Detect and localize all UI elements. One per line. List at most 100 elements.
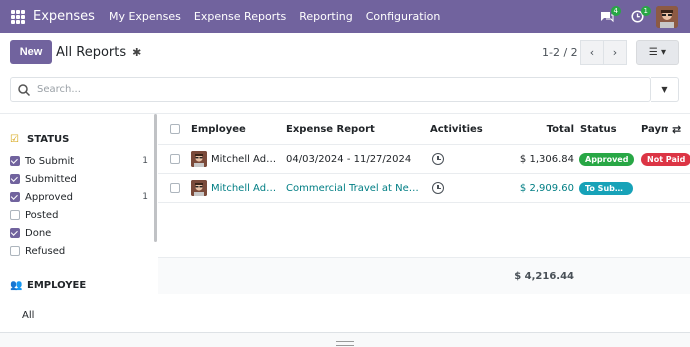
pager-previous-button[interactable]: ‹: [580, 40, 604, 65]
status-filter-to-submit[interactable]: To Submit 1: [10, 153, 150, 169]
messages-count-badge: 4: [610, 5, 621, 16]
clock-icon[interactable]: [432, 153, 444, 165]
checkbox[interactable]: [10, 210, 20, 220]
list-view-icon: ☰ ▾: [648, 47, 667, 58]
menu-my-expenses[interactable]: My Expenses: [109, 10, 181, 23]
filter-label: Refused: [25, 245, 66, 257]
view-switcher-button[interactable]: ☰ ▾: [636, 40, 679, 65]
messages-button[interactable]: 4: [596, 5, 621, 28]
systray: 4 1: [596, 0, 690, 33]
activities-count-badge: 1: [640, 5, 651, 16]
status-filter-approved[interactable]: Approved 1: [10, 189, 150, 205]
report-name: Commercial Travel at New York: [286, 182, 424, 194]
clock-icon[interactable]: [432, 182, 444, 194]
apps-grid-icon[interactable]: [11, 9, 25, 24]
menu-expense-reports[interactable]: Expense Reports: [194, 10, 286, 23]
chevron-right-icon: ›: [612, 46, 618, 59]
search-options-toggle[interactable]: ▼: [651, 77, 679, 102]
chevron-left-icon: ‹: [589, 46, 595, 59]
column-activities[interactable]: Activities: [430, 114, 483, 144]
employee-filter-all[interactable]: All: [22, 310, 34, 321]
pager-value[interactable]: 1-2 / 2: [542, 46, 578, 59]
table-row[interactable]: Mitchell Admin Commercial Travel at New …: [158, 174, 690, 203]
status-badge: To Submit: [579, 181, 633, 195]
status-filter-done[interactable]: Done: [10, 225, 150, 241]
search-input[interactable]: [37, 84, 637, 95]
filter-label: Done: [25, 227, 52, 239]
status-badge: Approved: [579, 152, 635, 166]
column-employee[interactable]: Employee: [191, 114, 246, 144]
totals-row: $ 4,216.44: [158, 258, 690, 294]
employee-cell: Mitchell Admin: [191, 145, 281, 173]
select-all-checkbox[interactable]: [170, 124, 180, 134]
row-select-cell: [170, 145, 180, 173]
caret-down-icon: ▼: [661, 85, 668, 94]
status-filter-submitted[interactable]: Submitted: [10, 171, 150, 187]
search-panel: ☑ STATUS To Submit 1 Submitted Approved …: [0, 114, 157, 332]
users-icon: 👥: [10, 280, 23, 291]
column-payment[interactable]: Payment: [641, 114, 668, 144]
filter-count: 1: [142, 192, 148, 202]
user-avatar[interactable]: [656, 5, 678, 28]
column-total[interactable]: Total: [538, 114, 574, 144]
filter-label: Posted: [25, 209, 59, 221]
filter-label: To Submit: [25, 155, 75, 167]
sidebar-scrollbar[interactable]: [154, 114, 157, 242]
app-name[interactable]: Expenses: [33, 9, 95, 24]
row-checkbox[interactable]: [170, 183, 180, 193]
report-name: 04/03/2024 - 11/27/2024: [286, 153, 412, 165]
row-checkbox[interactable]: [170, 154, 180, 164]
report-cell: Commercial Travel at New York: [286, 174, 424, 202]
status-filter-posted[interactable]: Posted: [10, 207, 150, 223]
employee-filter-header: 👥 EMPLOYEE: [10, 280, 86, 291]
pager-next-button[interactable]: ›: [603, 40, 627, 65]
breadcrumb: All Reports ✱: [56, 45, 141, 60]
column-status[interactable]: Status: [580, 114, 617, 144]
search-icon: [18, 83, 31, 96]
checkbox[interactable]: [10, 246, 20, 256]
payment-badge: Not Paid: [641, 152, 690, 166]
menu-reporting[interactable]: Reporting: [299, 10, 352, 23]
filter-count: 1: [142, 156, 148, 166]
status-filter-refused[interactable]: Refused: [10, 243, 150, 259]
total-cell: $ 2,909.60: [519, 182, 574, 194]
checkbox[interactable]: [10, 228, 20, 238]
filter-label: Submitted: [25, 173, 77, 185]
resize-grip-icon[interactable]: [336, 341, 354, 346]
employee-header-label: EMPLOYEE: [27, 280, 87, 291]
menu-configuration[interactable]: Configuration: [366, 10, 441, 23]
payment-cell: Not Paid: [641, 145, 690, 173]
page-title: All Reports: [56, 45, 127, 60]
checkbox[interactable]: [10, 174, 20, 184]
search-bar: [10, 77, 651, 102]
row-select-cell: [170, 174, 180, 202]
control-panel: New All Reports ✱ 1-2 / 2 ‹ › ☰ ▾: [0, 33, 690, 73]
gear-icon[interactable]: ✱: [132, 46, 141, 59]
employee-name: Mitchell Admin: [211, 153, 281, 165]
table-row[interactable]: Mitchell Admin 04/03/2024 - 11/27/2024 $…: [158, 145, 690, 174]
bottom-resize-bar: [0, 332, 690, 347]
list-view: Employee Expense Report Activities Total…: [158, 114, 690, 332]
status-cell: Approved: [579, 145, 635, 173]
new-button[interactable]: New: [10, 40, 52, 64]
filter-label: Approved: [25, 191, 73, 203]
employee-name: Mitchell Admin: [211, 182, 281, 194]
empty-row: [158, 203, 690, 258]
employee-avatar: [191, 151, 207, 167]
table-header: Employee Expense Report Activities Total…: [158, 114, 690, 145]
status-cell: To Submit: [579, 174, 633, 202]
checkbox[interactable]: [10, 156, 20, 166]
checkbox[interactable]: [10, 192, 20, 202]
grand-total: $ 4,216.44: [514, 270, 574, 282]
status-header-label: STATUS: [27, 134, 70, 145]
optional-columns-icon[interactable]: ⇄: [672, 114, 681, 144]
total-cell: $ 1,306.84: [519, 153, 574, 165]
check-square-icon: ☑: [10, 134, 19, 145]
activity-cell[interactable]: [432, 174, 444, 202]
column-expense-report[interactable]: Expense Report: [286, 114, 375, 144]
activity-cell[interactable]: [432, 145, 444, 173]
top-navbar: Expenses My Expenses Expense Reports Rep…: [0, 0, 690, 33]
activities-button[interactable]: 1: [626, 5, 651, 28]
select-all-cell: [170, 114, 180, 144]
employee-avatar: [191, 180, 207, 196]
